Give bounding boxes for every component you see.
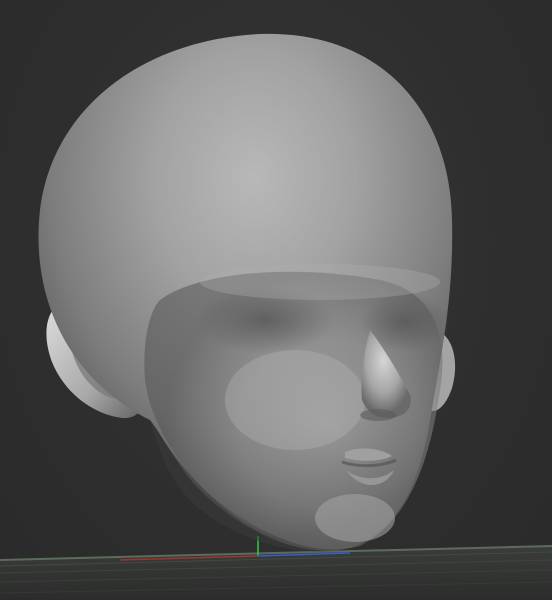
chin xyxy=(315,494,395,542)
nostril-shadow xyxy=(360,409,396,421)
viewport-canvas[interactable] xyxy=(0,0,552,600)
3d-viewport[interactable] xyxy=(0,0,552,600)
floor-grid xyxy=(0,545,552,600)
brow-highlight xyxy=(200,264,440,300)
cheek-highlight xyxy=(225,350,365,450)
head-model[interactable] xyxy=(38,33,456,552)
